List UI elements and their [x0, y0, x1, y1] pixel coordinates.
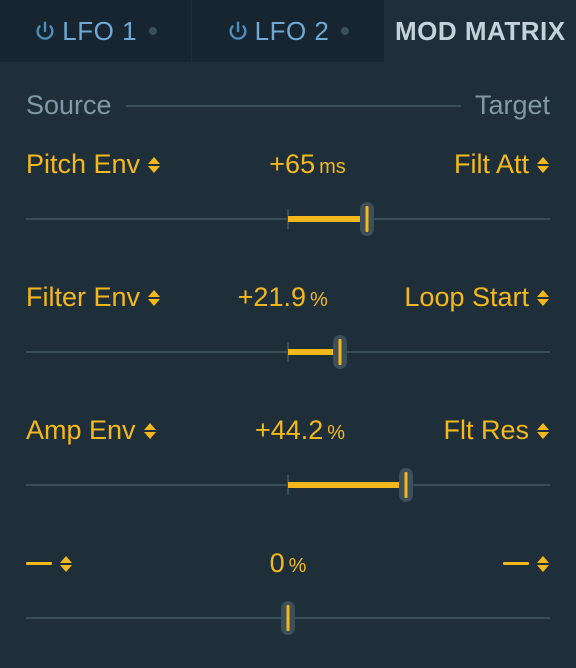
- amount-slider[interactable]: [26, 335, 550, 369]
- updown-icon: [537, 553, 550, 575]
- value-number: +44.2: [255, 415, 323, 446]
- mod-rows: Pitch Env +65 ms Filt Att Filter Env: [0, 131, 576, 635]
- amount-slider[interactable]: [26, 601, 550, 635]
- updown-icon: [148, 287, 161, 309]
- mod-row: Amp Env +44.2 % Flt Res: [26, 415, 550, 502]
- power-icon: [227, 20, 249, 42]
- slider-thumb[interactable]: [281, 601, 295, 635]
- updown-icon: [148, 154, 161, 176]
- value-display[interactable]: +44.2 %: [255, 415, 345, 446]
- empty-dash-icon: [503, 562, 529, 565]
- source-picker[interactable]: [26, 553, 73, 575]
- target-header: Target: [475, 90, 550, 121]
- status-dot-icon: [149, 27, 157, 35]
- tab-modmatrix[interactable]: MOD MATRIX: [385, 0, 576, 62]
- value-number: +65: [269, 149, 315, 180]
- source-label: Pitch Env: [26, 149, 140, 180]
- slider-thumb[interactable]: [399, 468, 413, 502]
- value-unit: %: [327, 422, 345, 445]
- target-picker[interactable]: Filt Att: [454, 149, 550, 180]
- source-picker[interactable]: Filter Env: [26, 282, 161, 313]
- tab-modmatrix-label: MOD MATRIX: [395, 16, 566, 47]
- source-picker[interactable]: Amp Env: [26, 415, 157, 446]
- source-label: Amp Env: [26, 415, 136, 446]
- target-label: Loop Start: [404, 282, 529, 313]
- source-picker[interactable]: Pitch Env: [26, 149, 161, 180]
- target-label: Flt Res: [443, 415, 529, 446]
- value-unit: %: [289, 555, 307, 578]
- target-picker[interactable]: Flt Res: [443, 415, 550, 446]
- amount-slider[interactable]: [26, 202, 550, 236]
- target-picker[interactable]: [503, 553, 550, 575]
- updown-icon: [537, 420, 550, 442]
- value-display[interactable]: +21.9 %: [238, 282, 328, 313]
- value-number: 0: [270, 548, 285, 579]
- mod-row: 0 %: [26, 548, 550, 635]
- status-dot-icon: [341, 27, 349, 35]
- target-picker[interactable]: Loop Start: [404, 282, 550, 313]
- tab-lfo2-label: LFO 2: [255, 16, 330, 47]
- target-label: Filt Att: [454, 149, 529, 180]
- updown-icon: [537, 154, 550, 176]
- power-icon: [34, 20, 56, 42]
- slider-thumb[interactable]: [333, 335, 347, 369]
- slider-thumb[interactable]: [360, 202, 374, 236]
- value-unit: ms: [319, 156, 346, 179]
- tab-lfo1-label: LFO 1: [62, 16, 137, 47]
- amount-slider[interactable]: [26, 468, 550, 502]
- updown-icon: [537, 287, 550, 309]
- value-display[interactable]: 0 %: [270, 548, 307, 579]
- value-display[interactable]: +65 ms: [269, 149, 345, 180]
- updown-icon: [144, 420, 157, 442]
- empty-dash-icon: [26, 562, 52, 565]
- tab-bar: LFO 1 LFO 2 MOD MATRIX: [0, 0, 576, 62]
- updown-icon: [60, 553, 73, 575]
- mod-row: Filter Env +21.9 % Loop Start: [26, 282, 550, 369]
- header-row: Source Target: [0, 62, 576, 131]
- tab-lfo1[interactable]: LFO 1: [0, 0, 192, 62]
- mod-row: Pitch Env +65 ms Filt Att: [26, 149, 550, 236]
- source-header: Source: [26, 90, 112, 121]
- tab-lfo2[interactable]: LFO 2: [192, 0, 384, 62]
- slider-fill: [288, 216, 367, 222]
- source-label: Filter Env: [26, 282, 140, 313]
- value-unit: %: [310, 289, 328, 312]
- value-number: +21.9: [238, 282, 306, 313]
- header-divider: [126, 105, 461, 107]
- slider-fill: [288, 482, 406, 488]
